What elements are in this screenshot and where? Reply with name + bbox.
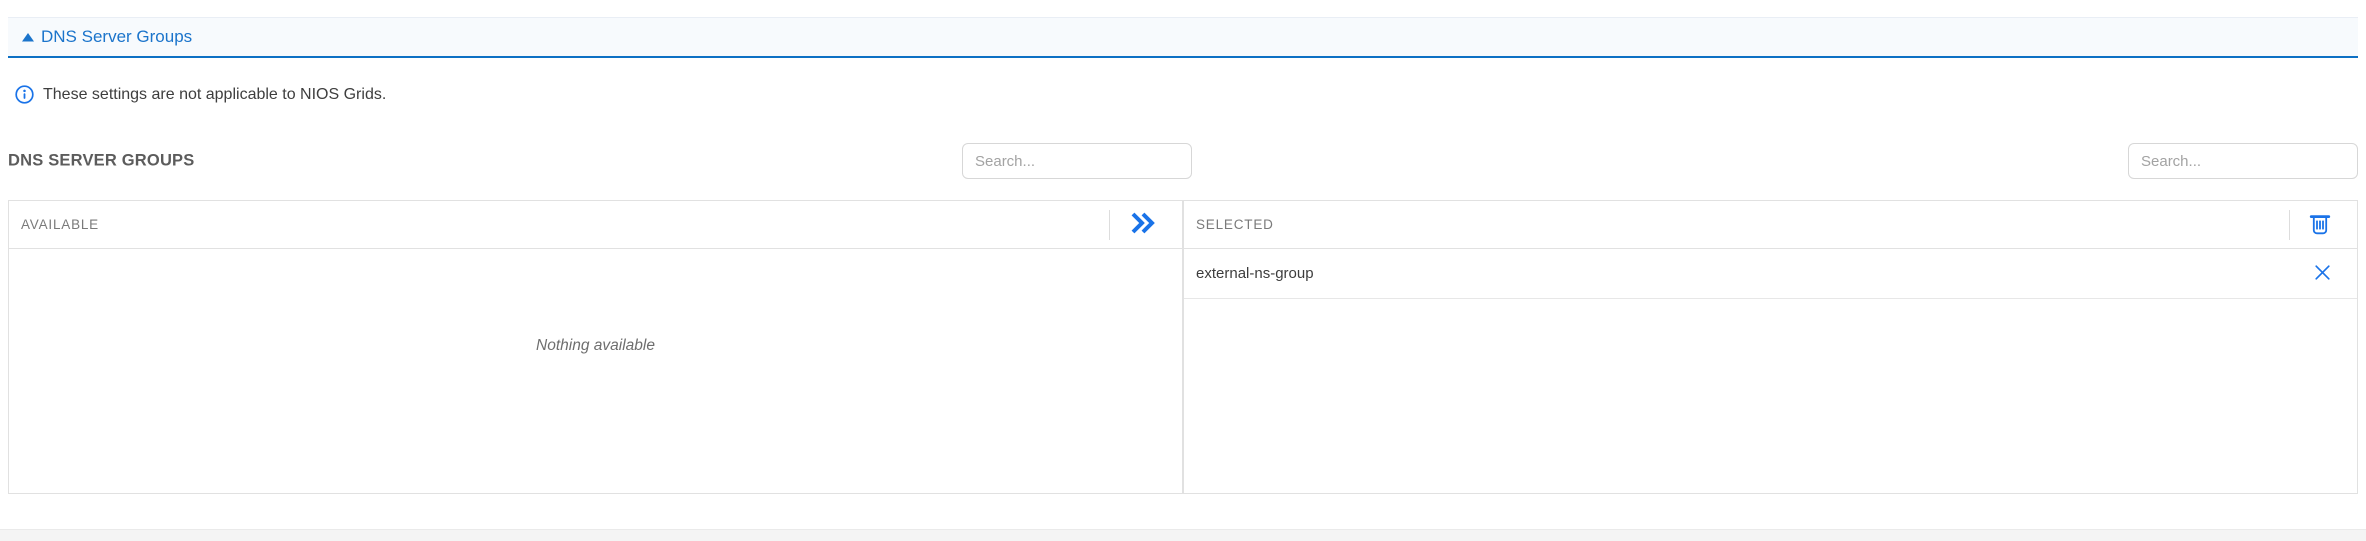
remove-all-button[interactable] bbox=[2309, 211, 2331, 239]
info-icon bbox=[15, 85, 34, 104]
notice-text: These settings are not applicable to NIO… bbox=[43, 86, 386, 104]
section-header-dns-server-groups[interactable]: DNS Server Groups bbox=[8, 17, 2358, 58]
list-label: DNS SERVER GROUPS bbox=[8, 152, 194, 171]
available-panel-body: Nothing available bbox=[9, 249, 1182, 493]
remove-item-button[interactable] bbox=[2314, 264, 2331, 284]
selected-item-label: external-ns-group bbox=[1196, 265, 1314, 282]
available-empty-text: Nothing available bbox=[9, 249, 1182, 355]
footer-bar bbox=[0, 529, 2366, 541]
dns-server-groups-section: DNS Server Groups These settings are not… bbox=[0, 17, 2366, 494]
available-panel-header: AVAILABLE bbox=[9, 201, 1182, 249]
notice-row: These settings are not applicable to NIO… bbox=[15, 85, 2358, 104]
toolbar-row: DNS SERVER GROUPS bbox=[8, 143, 2358, 179]
double-chevron-right-icon bbox=[1129, 211, 1156, 238]
trash-icon bbox=[2309, 211, 2331, 239]
selected-search-input[interactable] bbox=[2128, 143, 2358, 179]
available-panel-title: AVAILABLE bbox=[21, 217, 99, 232]
header-separator bbox=[2289, 210, 2290, 240]
header-separator bbox=[1109, 210, 1110, 240]
x-icon bbox=[2314, 264, 2331, 284]
dual-list-container: AVAILABLE Nothing available bbox=[8, 200, 2358, 494]
available-panel: AVAILABLE Nothing available bbox=[9, 201, 1184, 493]
selected-panel-title: SELECTED bbox=[1196, 217, 1274, 232]
section-title: DNS Server Groups bbox=[41, 27, 192, 47]
available-search-input[interactable] bbox=[962, 143, 1192, 179]
selected-panel: SELECTED bbox=[1184, 201, 2357, 493]
selected-panel-body: external-ns-group bbox=[1184, 249, 2357, 493]
collapse-triangle-up-icon bbox=[22, 33, 34, 42]
move-all-right-button[interactable] bbox=[1129, 211, 1156, 238]
selected-item-row: external-ns-group bbox=[1184, 249, 2357, 299]
selected-panel-header: SELECTED bbox=[1184, 201, 2357, 249]
